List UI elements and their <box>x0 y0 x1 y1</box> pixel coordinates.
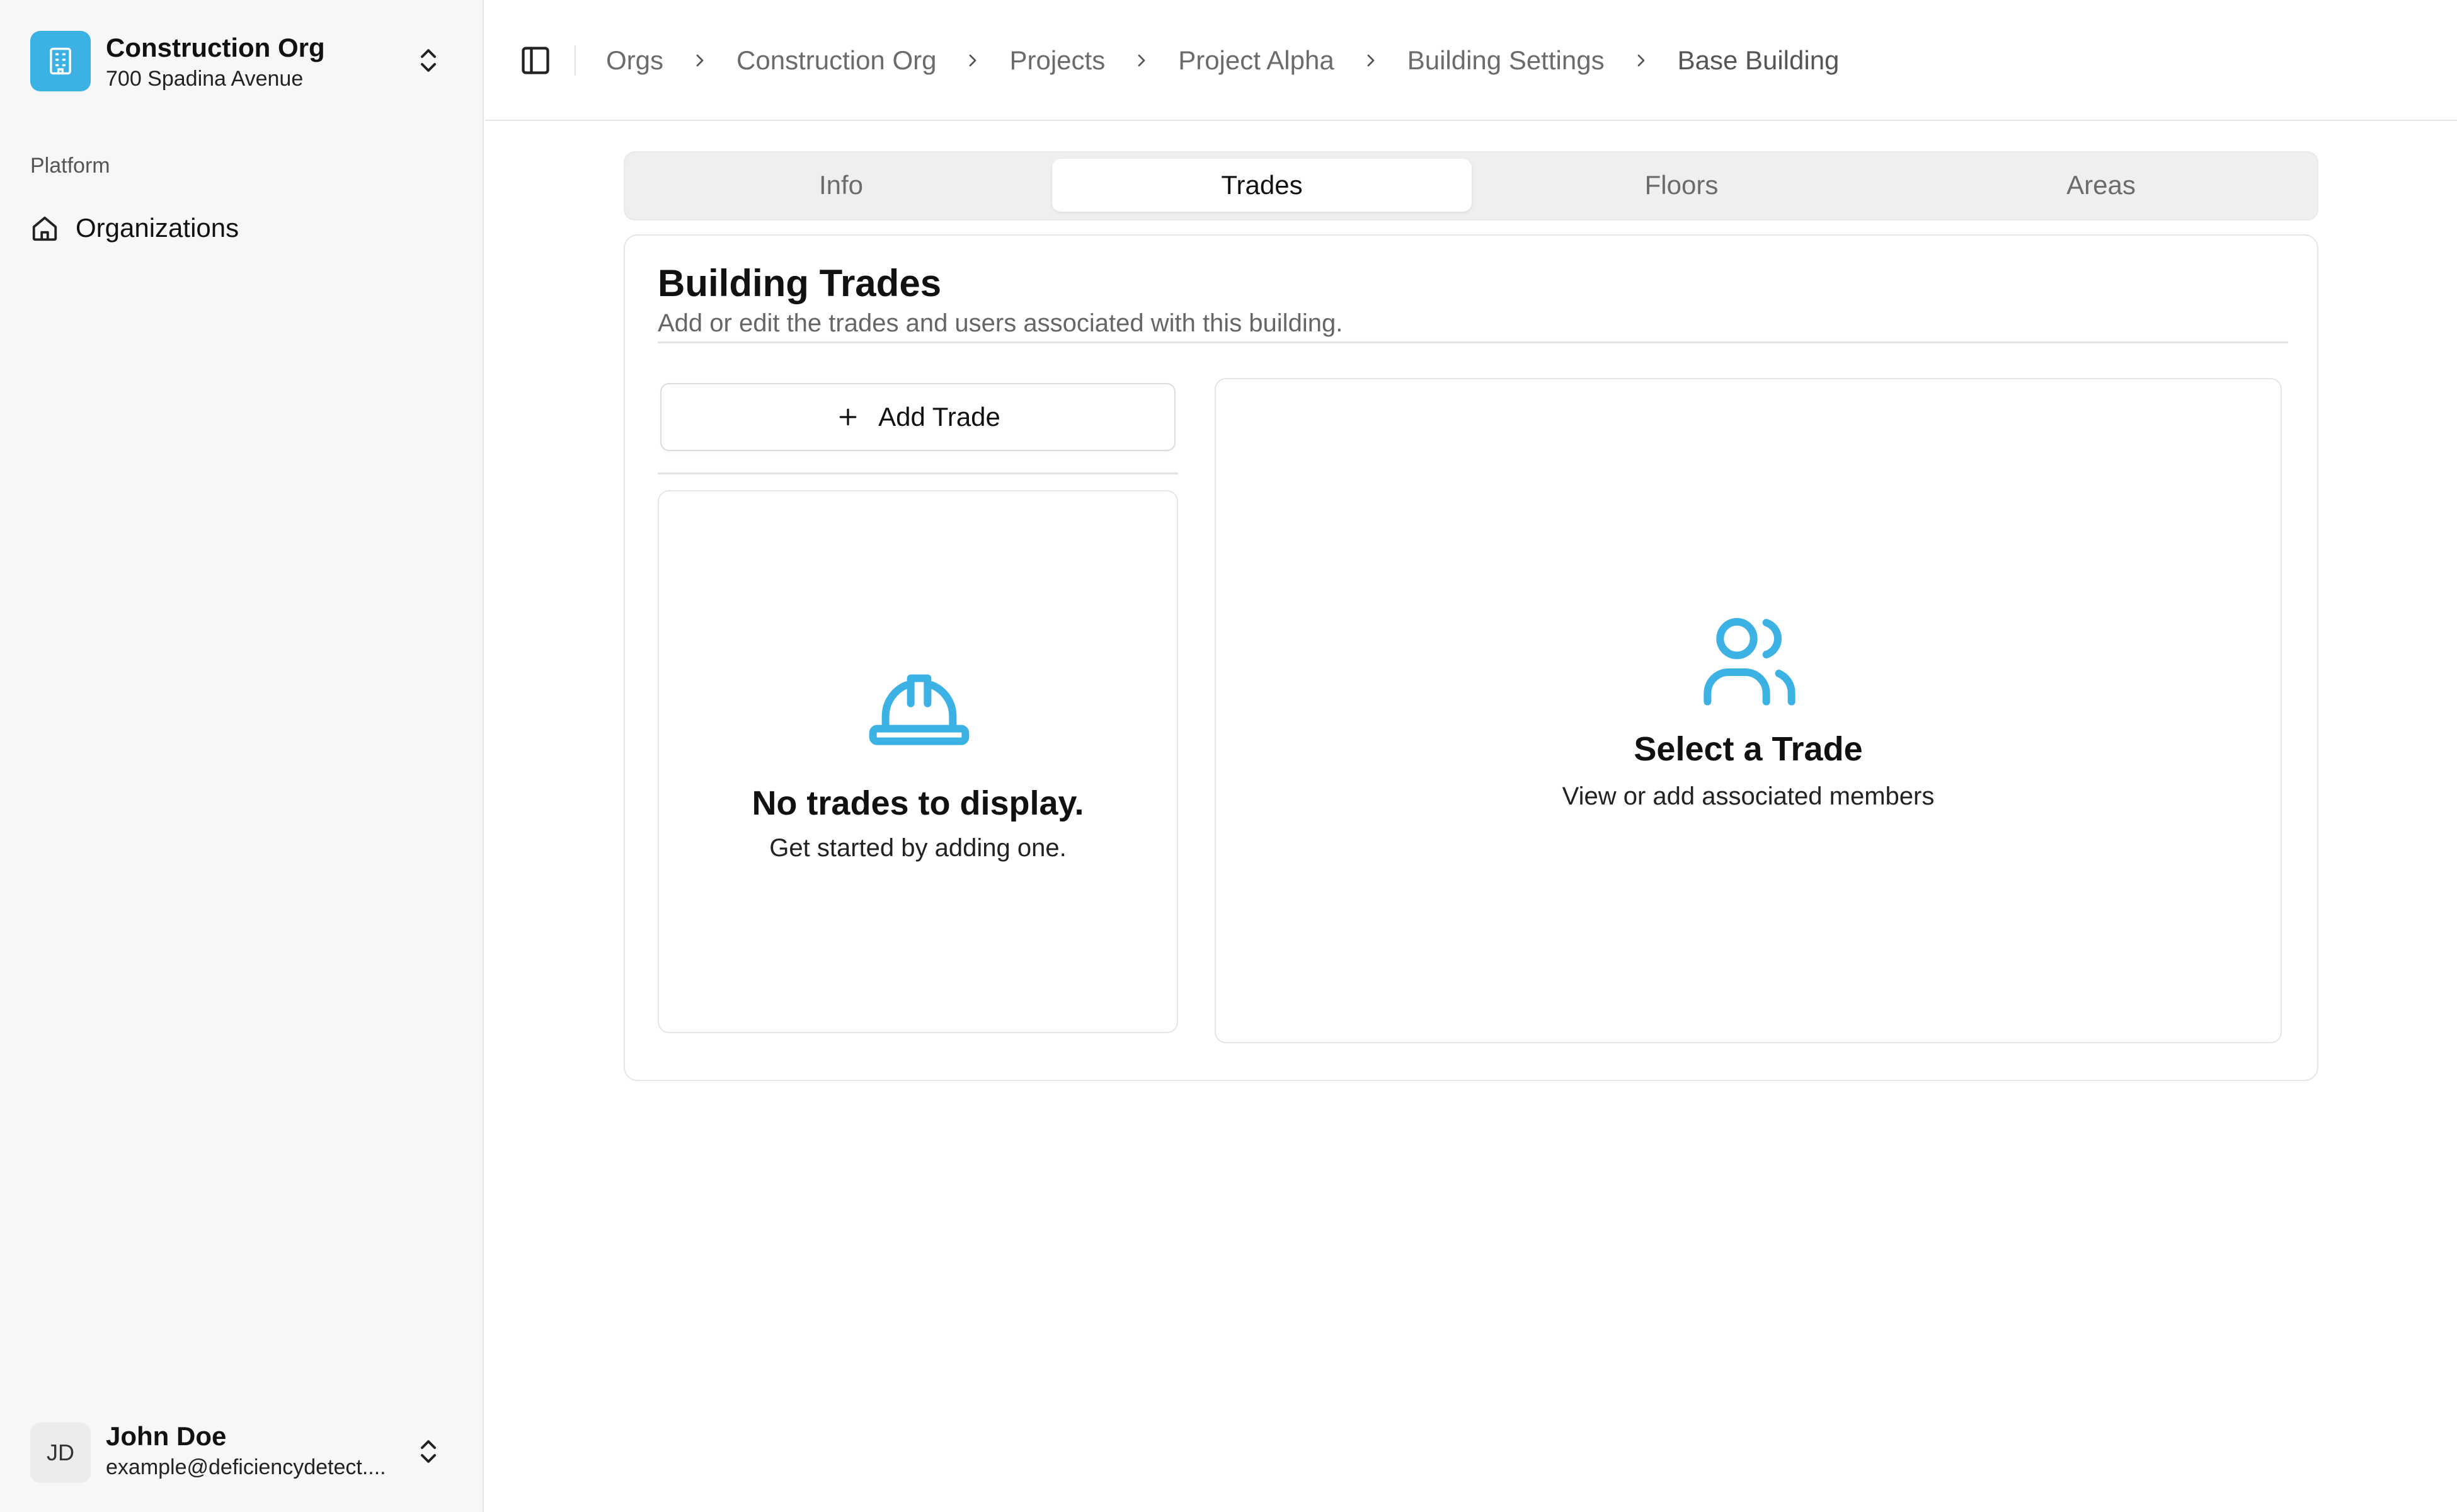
empty-state-title: No trades to display. <box>752 784 1084 822</box>
empty-state-subtitle: Get started by adding one. <box>769 834 1067 862</box>
select-trade-subtitle: View or add associated members <box>1562 782 1935 810</box>
chevron-right-icon <box>970 54 976 67</box>
top-header: Orgs Construction Org Projects Project A… <box>485 0 2457 121</box>
user-menu[interactable]: JD John Doe example@deficiencydetect.... <box>23 1409 461 1493</box>
org-address: 700 Spadina Avenue <box>106 67 304 91</box>
plus-icon <box>839 408 857 426</box>
sidebar-item-label: Organizations <box>76 213 239 243</box>
avatar: JD <box>30 1423 91 1483</box>
breadcrumb-orgs[interactable]: Orgs <box>606 42 663 79</box>
building-icon <box>30 31 91 91</box>
chevron-right-icon <box>1138 54 1145 67</box>
app-root: Construction Org 700 Spadina Avenue Plat… <box>0 0 2457 1512</box>
chevron-right-icon <box>696 54 704 67</box>
divider <box>658 341 2288 343</box>
org-switcher[interactable]: Construction Org 700 Spadina Avenue <box>23 23 461 97</box>
chevron-right-icon <box>1637 54 1644 67</box>
tab-floors[interactable]: Floors <box>1472 159 1891 212</box>
card-subtitle: Add or edit the trades and users associa… <box>658 309 1343 337</box>
trades-list-empty: No trades to display. Get started by add… <box>658 490 1178 1033</box>
users-icon <box>1704 618 1796 706</box>
add-trade-label: Add Trade <box>878 402 1000 432</box>
sidebar-toggle-icon[interactable] <box>519 44 552 77</box>
breadcrumb-project[interactable]: Project Alpha <box>1178 42 1334 79</box>
divider <box>658 472 1178 474</box>
breadcrumb-projects[interactable]: Projects <box>1009 42 1105 79</box>
breadcrumb-current: Base Building <box>1677 45 1840 75</box>
add-trade-button[interactable]: Add Trade <box>660 383 1176 451</box>
chevrons-up-down-icon <box>421 1440 436 1463</box>
home-icon <box>32 216 57 241</box>
hard-hat-icon <box>869 674 970 745</box>
header-divider <box>575 45 576 76</box>
tab-areas[interactable]: Areas <box>1891 159 2311 212</box>
breadcrumb-org[interactable]: Construction Org <box>736 42 936 79</box>
breadcrumb-building-settings[interactable]: Building Settings <box>1407 42 1605 79</box>
building-trades-card: Building Trades Add or edit the trades a… <box>624 234 2318 1081</box>
breadcrumb: Orgs Construction Org Projects Project A… <box>606 42 1839 79</box>
tab-trades[interactable]: Trades <box>1052 159 1472 212</box>
sidebar-section-label: Platform <box>30 154 110 178</box>
chevron-right-icon <box>1367 54 1375 67</box>
tab-list: Info Trades Floors Areas <box>624 151 2318 220</box>
select-trade-title: Select a Trade <box>1634 730 1863 768</box>
sidebar-item-organizations[interactable]: Organizations <box>23 204 461 252</box>
user-email: example@deficiencydetect.... <box>106 1455 386 1479</box>
org-name: Construction Org <box>106 33 325 62</box>
card-title: Building Trades <box>658 262 942 304</box>
user-name: John Doe <box>106 1421 227 1451</box>
sidebar: Construction Org 700 Spadina Avenue Plat… <box>0 0 484 1512</box>
chevrons-up-down-icon <box>421 49 436 72</box>
trade-detail-panel: Select a Trade View or add associated me… <box>1215 378 2282 1043</box>
tab-info[interactable]: Info <box>631 159 1051 212</box>
